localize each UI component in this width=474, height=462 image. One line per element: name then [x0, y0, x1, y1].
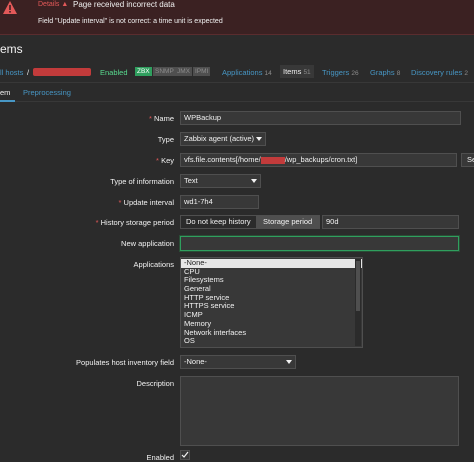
breadcrumb-separator: / — [27, 68, 30, 77]
inventory-field-select[interactable]: -None- — [180, 355, 296, 369]
list-item[interactable]: Network interfaces — [181, 328, 362, 338]
checkmark-icon — [181, 451, 189, 458]
jmx-badge: JMX — [175, 67, 192, 76]
form-tabs — [0, 84, 474, 102]
scrollbar-thumb[interactable] — [356, 261, 360, 311]
nav-items-count: 51 — [303, 69, 311, 76]
name-label: * Name — [148, 114, 174, 123]
type-of-information-value: Text — [184, 176, 198, 185]
nav-triggers-count: 26 — [351, 70, 359, 77]
chevron-down-icon — [256, 137, 262, 141]
new-application-label: New application — [121, 239, 174, 248]
applications-listbox[interactable]: -None- CPU Filesystems General HTTP serv… — [180, 257, 363, 348]
nav-discovery-rules[interactable]: Discovery rules 2 — [411, 68, 468, 77]
do-not-keep-history-option[interactable]: Do not keep history — [180, 215, 257, 229]
nav-items[interactable]: Items 51 — [280, 65, 314, 78]
list-item[interactable]: OS — [181, 336, 362, 346]
list-item[interactable]: -None- — [181, 258, 362, 268]
key-label: * Key — [156, 156, 174, 165]
key-label-text: Key — [161, 156, 174, 165]
nav-triggers[interactable]: Triggers 26 — [322, 68, 359, 77]
key-input[interactable]: vfs.file.contents[/home/ /wp_backups/cron… — [180, 153, 457, 167]
name-label-text: Name — [153, 114, 174, 123]
nav-applications[interactable]: Applications 14 — [222, 68, 272, 77]
description-textarea[interactable] — [180, 376, 459, 446]
redacted-path — [260, 156, 285, 164]
all-hosts-link[interactable]: ll hosts — [0, 68, 23, 77]
key-select-button[interactable]: Se — [461, 153, 474, 167]
nav-graphs-label: Graphs — [370, 68, 395, 77]
enabled-checkbox[interactable] — [180, 450, 190, 460]
nav-discovery-rules-label: Discovery rules — [411, 68, 463, 77]
tab-preprocessing[interactable]: Preprocessing — [23, 88, 71, 97]
key-value-prefix: vfs.file.contents[/home/ — [184, 155, 261, 164]
redacted-host-name[interactable] — [33, 68, 91, 76]
storage-period-option[interactable]: Storage period — [257, 215, 320, 229]
applications-label: Applications — [133, 260, 174, 269]
ipmi-badge: IPMI — [193, 67, 211, 76]
warning-icon — [3, 1, 17, 14]
nav-applications-count: 14 — [264, 70, 272, 77]
chevron-down-icon — [286, 360, 292, 364]
error-title: Page received incorrect data — [73, 0, 175, 9]
storage-period-input[interactable]: 90d — [322, 215, 459, 229]
error-message: Field "Update interval" is not correct: … — [38, 18, 223, 25]
listbox-scrollbar[interactable] — [355, 259, 361, 346]
history-storage-label-text: History storage period — [100, 218, 174, 227]
type-select[interactable]: Zabbix agent (active) — [180, 132, 266, 146]
chevron-down-icon — [251, 179, 257, 183]
page-title: ems — [0, 42, 23, 56]
nav-graphs-count: 8 — [396, 70, 401, 77]
host-status-enabled: Enabled — [100, 68, 128, 77]
update-interval-label: * Update interval — [118, 198, 174, 207]
new-application-input[interactable] — [180, 236, 459, 251]
history-storage-label: * History storage period — [95, 218, 174, 227]
nav-triggers-label: Triggers — [322, 68, 350, 77]
list-item[interactable]: HTTPS service — [181, 302, 362, 311]
update-interval-label-text: Update interval — [123, 198, 174, 207]
error-details-link[interactable]: Details ▲ — [38, 1, 68, 8]
inventory-field-label: Populates host inventory field — [76, 358, 174, 367]
type-select-value: Zabbix agent (active) — [184, 134, 255, 143]
tab-item[interactable]: em — [0, 88, 10, 97]
type-of-information-label: Type of information — [110, 177, 174, 186]
name-input[interactable]: WPBackup — [180, 111, 461, 125]
key-value-suffix: /wp_backups/cron.txt] — [284, 155, 358, 164]
zbx-badge: ZBX — [135, 67, 152, 76]
nav-items-label: Items — [283, 67, 302, 76]
snmp-badge: SNMP — [153, 67, 176, 76]
nav-discovery-rules-count: 2 — [464, 70, 468, 77]
description-label: Description — [136, 379, 174, 388]
nav-applications-label: Applications — [222, 68, 263, 77]
nav-graphs[interactable]: Graphs 8 — [370, 68, 400, 77]
type-of-information-select[interactable]: Text — [180, 174, 261, 188]
inventory-field-value: -None- — [184, 357, 207, 366]
update-interval-input[interactable]: wd1-7h4 — [180, 195, 259, 209]
type-label: Type — [157, 135, 174, 144]
